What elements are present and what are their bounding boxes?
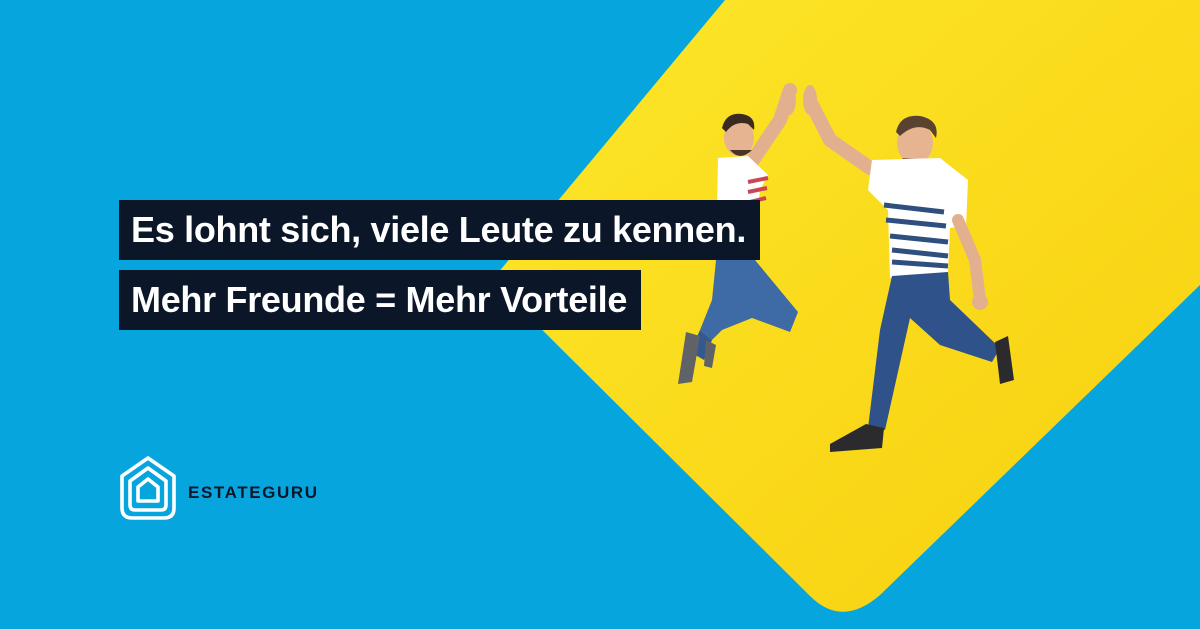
headline-line-1: Es lohnt sich, viele Leute zu kennen.: [119, 200, 761, 260]
house-outline-icon: [120, 456, 176, 520]
brand-name: ESTATEGURU: [188, 483, 319, 502]
headline-line-2: Mehr Freunde = Mehr Vorteile: [119, 270, 642, 330]
